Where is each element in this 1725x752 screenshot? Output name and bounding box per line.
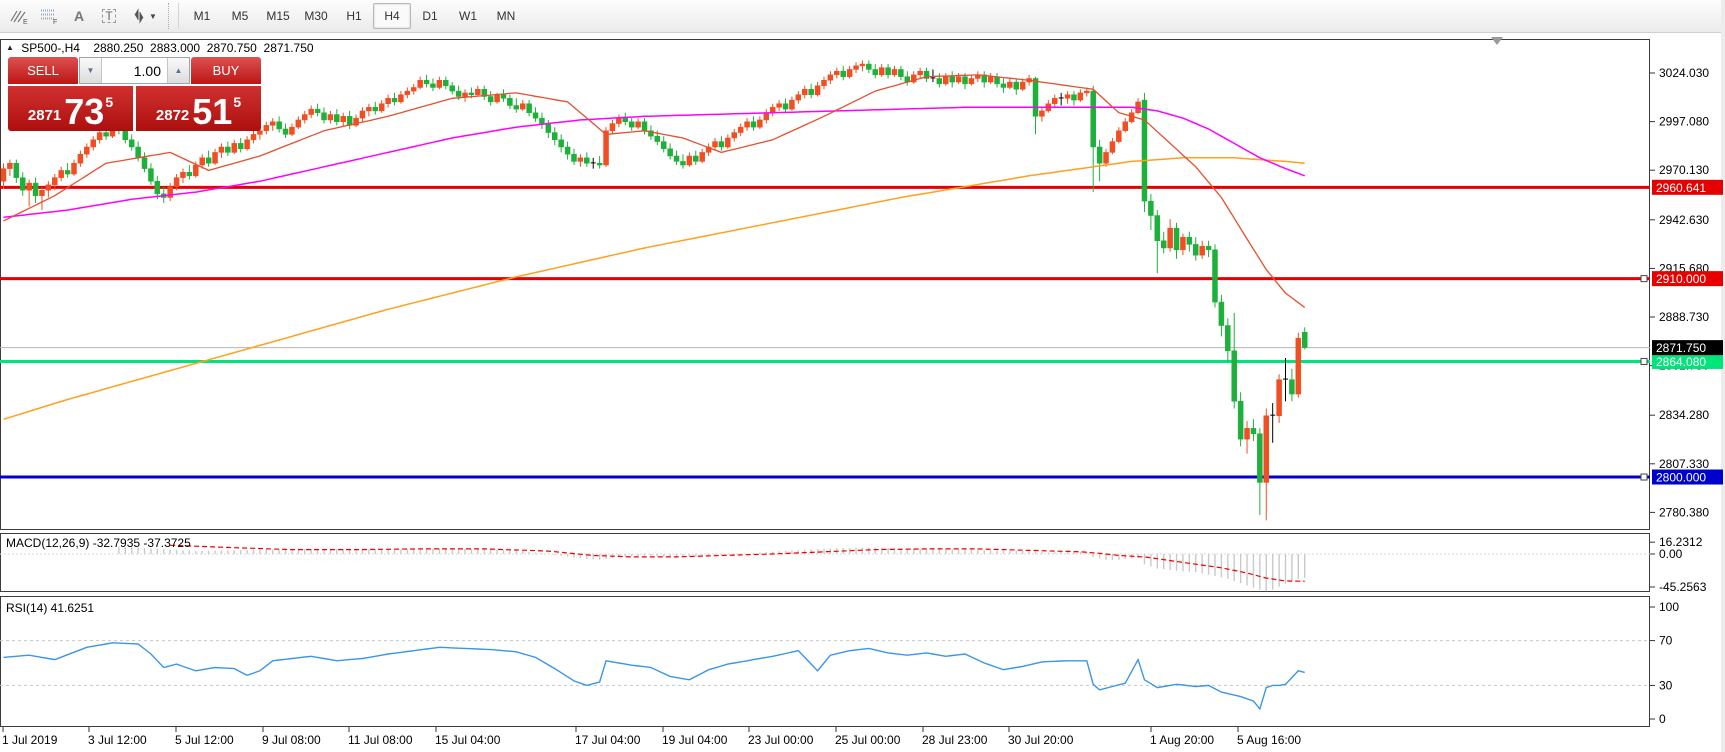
bar-open: 2880.250 xyxy=(93,41,143,55)
svg-text:2960.641: 2960.641 xyxy=(1656,181,1706,195)
volume-increase-button[interactable]: ▲ xyxy=(167,58,189,83)
buy-price-fraction: 5 xyxy=(233,94,241,110)
svg-text:2910.000: 2910.000 xyxy=(1656,272,1706,286)
svg-text:28 Jul 23:00: 28 Jul 23:00 xyxy=(922,733,988,747)
svg-text:3024.030: 3024.030 xyxy=(1659,66,1709,80)
svg-text:0.00: 0.00 xyxy=(1659,547,1683,561)
volume-decrease-button[interactable]: ▼ xyxy=(80,58,102,83)
macd-label: MACD(12,26,9) -32.7935 -37.3725 xyxy=(6,536,191,550)
rsi-label: RSI(14) 41.6251 xyxy=(6,601,94,615)
svg-text:2864.080: 2864.080 xyxy=(1656,355,1706,369)
svg-text:100: 100 xyxy=(1659,600,1679,614)
svg-text:0: 0 xyxy=(1659,712,1666,726)
one-click-trading-panel: SELL ▼ ▲ BUY 2871 73 5 2872 51 5 xyxy=(8,57,261,131)
svg-text:19 Jul 04:00: 19 Jul 04:00 xyxy=(662,733,728,747)
svg-text:5 Jul 12:00: 5 Jul 12:00 xyxy=(175,733,234,747)
macd-panel: MACD(12,26,9) -32.7935 -37.372516.23120.… xyxy=(0,535,1707,594)
svg-text:2834.280: 2834.280 xyxy=(1659,408,1709,422)
buy-price-pips: 51 xyxy=(192,97,232,128)
buy-price-tile[interactable]: 2872 51 5 xyxy=(136,86,261,131)
rsi-panel: RSI(14) 41.6251 100 70 30 0 xyxy=(0,600,1679,726)
svg-text:3 Jul 12:00: 3 Jul 12:00 xyxy=(88,733,147,747)
svg-text:17 Jul 04:00: 17 Jul 04:00 xyxy=(575,733,641,747)
svg-text:30: 30 xyxy=(1659,678,1673,692)
svg-text:9 Jul 08:00: 9 Jul 08:00 xyxy=(262,733,321,747)
svg-text:15 Jul 04:00: 15 Jul 04:00 xyxy=(435,733,501,747)
svg-text:30 Jul 20:00: 30 Jul 20:00 xyxy=(1008,733,1074,747)
svg-text:70: 70 xyxy=(1659,634,1673,648)
svg-text:-45.2563: -45.2563 xyxy=(1659,580,1707,594)
svg-text:2807.330: 2807.330 xyxy=(1659,457,1709,471)
price-axis: 3024.0302997.0802970.1302942.6302915.680… xyxy=(1650,66,1709,519)
volume-input[interactable] xyxy=(102,58,167,83)
collapse-triangle-icon: ▲ xyxy=(6,43,14,52)
sell-price-tile[interactable]: 2871 73 5 xyxy=(8,86,133,131)
sell-price-fraction: 5 xyxy=(105,94,113,110)
svg-text:2780.380: 2780.380 xyxy=(1659,505,1709,519)
svg-text:2997.080: 2997.080 xyxy=(1659,115,1709,129)
sell-price-base: 2871 xyxy=(28,107,61,124)
svg-text:2800.000: 2800.000 xyxy=(1656,471,1706,485)
svg-text:23 Jul 00:00: 23 Jul 00:00 xyxy=(748,733,814,747)
buy-price-base: 2872 xyxy=(156,107,189,124)
level-lines[interactable] xyxy=(0,187,1650,480)
svg-text:25 Jul 00:00: 25 Jul 00:00 xyxy=(835,733,901,747)
time-axis: 1 Jul 2019 3 Jul 12:00 5 Jul 12:00 9 Jul 08… xyxy=(2,727,1301,747)
sell-price-pips: 73 xyxy=(64,97,104,128)
bar-high: 2883.000 xyxy=(150,41,200,55)
svg-text:5 Aug 16:00: 5 Aug 16:00 xyxy=(1237,733,1301,747)
svg-text:11 Jul 08:00: 11 Jul 08:00 xyxy=(348,733,413,747)
symbol-period: SP500-,H4 xyxy=(21,41,80,55)
bar-close: 2871.750 xyxy=(264,41,314,55)
svg-text:2888.730: 2888.730 xyxy=(1659,310,1709,324)
bar-low: 2870.750 xyxy=(207,41,257,55)
volume-spinner: ▼ ▲ xyxy=(79,57,190,84)
chart-shift-marker[interactable] xyxy=(1491,37,1503,45)
chart-title: ▲ SP500-,H4 2880.250 2883.000 2870.750 2… xyxy=(6,41,314,55)
terminal-window: E F A T ▼ M1M5M15M30H1H4D1W1MN xyxy=(0,0,1725,752)
sell-button[interactable]: SELL xyxy=(8,57,78,84)
svg-text:2970.130: 2970.130 xyxy=(1659,163,1709,177)
svg-text:2942.630: 2942.630 xyxy=(1659,213,1709,227)
svg-text:1 Aug 20:00: 1 Aug 20:00 xyxy=(1150,733,1214,747)
buy-button[interactable]: BUY xyxy=(191,57,261,84)
svg-text:1 Jul 2019: 1 Jul 2019 xyxy=(2,733,58,747)
svg-text:2871.750: 2871.750 xyxy=(1656,341,1706,355)
